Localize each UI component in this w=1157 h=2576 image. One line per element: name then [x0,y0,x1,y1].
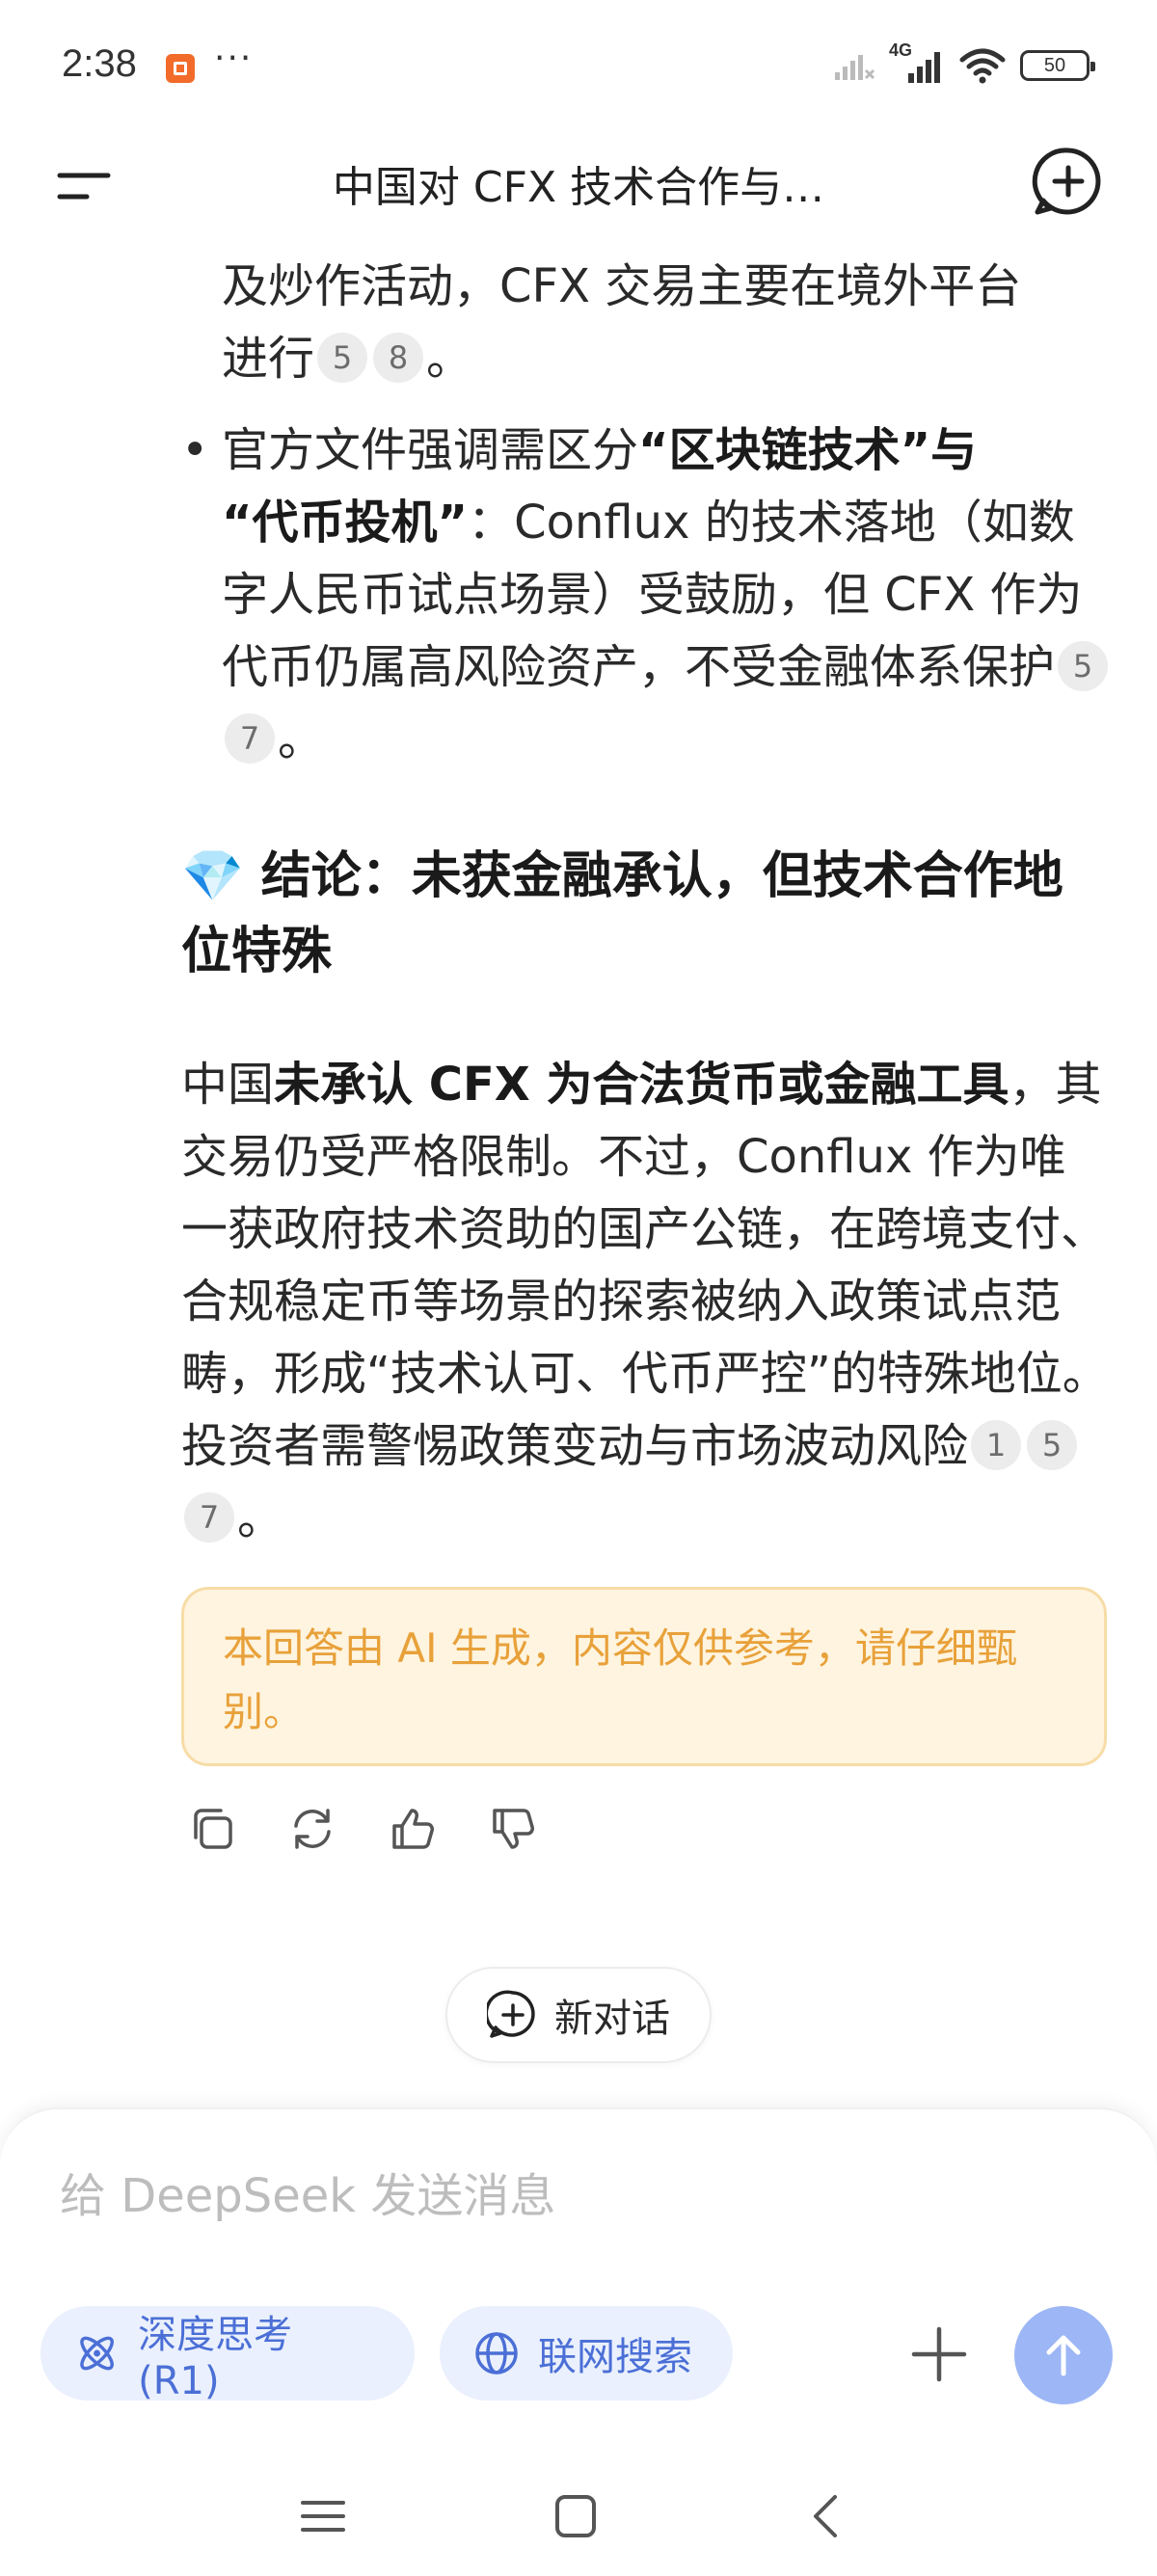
paragraph-text: 中国 [181,1058,275,1112]
system-nav-bar [0,2468,1157,2574]
send-button[interactable] [1014,2306,1113,2404]
citation-badge[interactable]: 7 [225,713,275,764]
atom-icon [80,2336,114,2371]
page-title: 中国对 CFX 技术合作与… [332,163,825,212]
citation-badge[interactable]: 5 [1058,641,1109,691]
back-icon[interactable] [793,2487,860,2545]
new-dialog-label: 新对话 [554,1997,670,2041]
globe-icon [475,2332,518,2375]
list-item: 官方文件强调需区分“区块链技术”与“代币投机”：Conflux 的技术落地（如数… [181,415,1118,776]
heading-text: 结论：未获金融承认，但技术合作地位特殊 [181,847,1063,980]
web-search-toggle[interactable]: 联网搜索 [440,2306,733,2401]
menu-icon[interactable] [56,156,114,214]
message-actions [188,1805,537,1853]
paragraph-text: ，其交易仍受严格限制。不过，Conflux 作为唯一获政府技术资助的国产公链，在… [181,1058,1109,1473]
wifi-icon [959,48,1006,84]
bold-text: “区块链技术”与 [638,423,978,477]
citation-badge[interactable]: 8 [373,333,424,383]
plus-icon[interactable] [910,2325,968,2383]
deep-think-label: 深度思考 (R1) [138,2313,293,2403]
punctuation: 。 [237,1491,284,1545]
deep-think-toggle[interactable]: 深度思考 (R1) [40,2306,415,2403]
punctuation: 。 [278,712,325,766]
more-notifications-icon: ··· [214,39,254,78]
battery-icon: 50 [1020,50,1095,81]
citation-badge[interactable]: 7 [184,1492,234,1543]
bullet-continuation: 及炒作活动，CFX 交易主要在境外平台 进行 5 8。 [222,251,1109,395]
recents-menu-icon[interactable] [289,2487,357,2545]
bullet-text: 及炒作活动，CFX 交易主要在境外平台 [222,259,1022,313]
home-icon[interactable] [542,2487,609,2545]
notification-app-icon [166,54,195,83]
citation-badge[interactable]: 1 [971,1420,1022,1470]
citation-badge[interactable]: 5 [317,333,368,383]
regenerate-icon[interactable] [288,1805,336,1853]
signal-4g-icon: 4G [889,40,945,85]
conclusion-paragraph: 中国未承认 CFX 为合法货币或金融工具，其交易仍受严格限制。不过，Conflu… [181,1049,1112,1555]
status-time: 2:38 [62,42,137,85]
chat-header: 中国对 CFX 技术合作与… [0,135,1157,241]
new-chat-icon[interactable] [1032,145,1105,218]
message-input[interactable] [60,2158,928,2235]
web-search-label: 联网搜索 [538,2335,692,2379]
citation-badge[interactable]: 5 [1027,1420,1078,1470]
new-chat-icon [487,1990,535,2038]
copy-icon[interactable] [188,1805,236,1853]
bullet-text: 官方文件强调需区分 [222,423,639,477]
conclusion-heading: 💎 结论：未获金融承认，但技术合作地位特殊 [181,839,1088,989]
bold-text: “代币投机” [222,496,469,550]
bullet-text: 进行 [222,332,315,386]
bold-text: 未承认 CFX 为合法货币或金融工具 [274,1058,1009,1112]
status-icons: 4G 50 [833,40,1095,85]
new-dialog-button[interactable]: 新对话 [445,1967,712,2063]
thumbs-down-icon[interactable] [489,1805,537,1853]
punctuation: 。 [426,332,473,386]
status-bar: 2:38 ··· 4G 50 [0,0,1157,135]
arrow-up-icon [1046,2335,1081,2376]
diamond-icon: 💎 [181,847,244,905]
ai-disclaimer: 本回答由 AI 生成，内容仅供参考，请仔细甄别。 [181,1587,1107,1766]
signal-sim2-icon [835,55,875,80]
thumbs-up-icon[interactable] [389,1805,437,1853]
chat-content: 及炒作活动，CFX 交易主要在境外平台 进行58。 官方文件强调需区分“区块链技… [0,241,1157,2121]
